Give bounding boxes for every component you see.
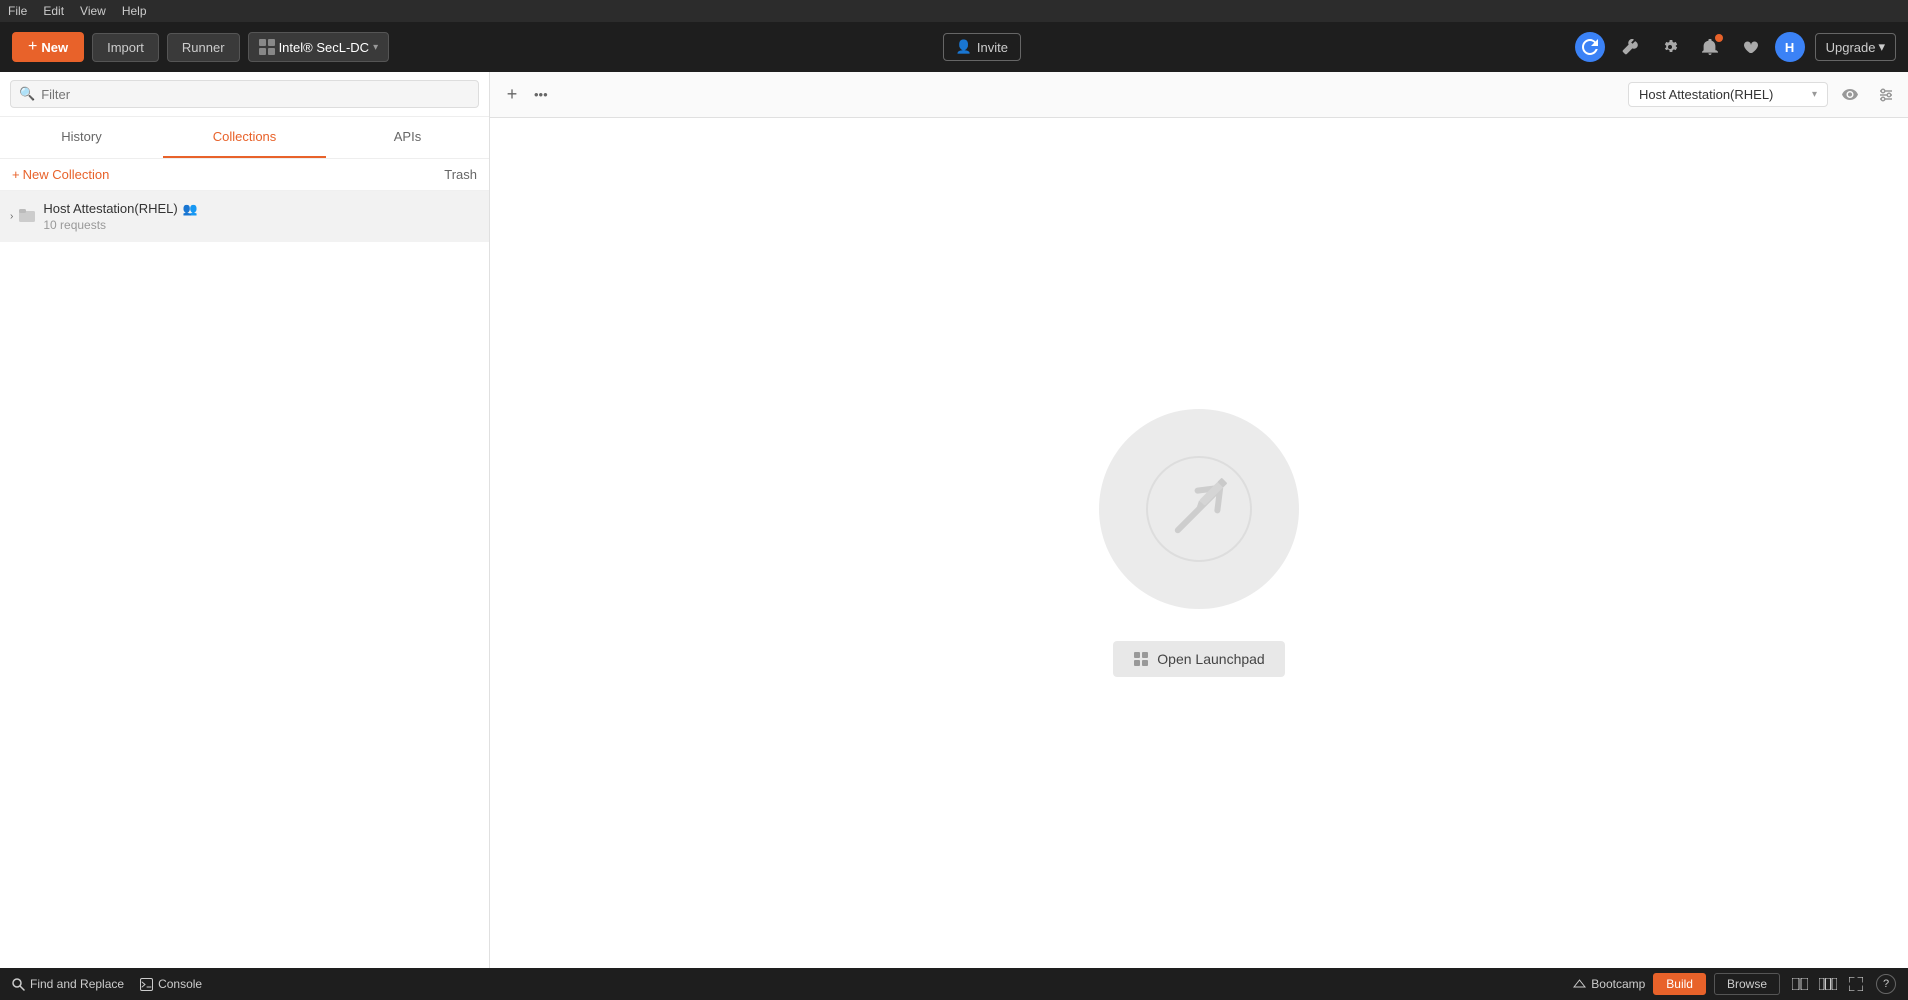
bootcamp-icon — [1573, 978, 1586, 991]
new-collection-button[interactable]: + New Collection — [12, 167, 109, 182]
wrench-icon — [1622, 39, 1638, 55]
settings-button[interactable] — [1655, 32, 1685, 62]
heart-icon — [1742, 39, 1758, 55]
open-launchpad-button[interactable]: Open Launchpad — [1113, 641, 1284, 677]
invite-button[interactable]: 👤 Invite — [943, 33, 1021, 61]
tab-collections[interactable]: Collections — [163, 117, 326, 158]
eye-icon — [1842, 89, 1858, 101]
new-button[interactable]: New — [12, 32, 84, 62]
layout-icons — [1788, 972, 1868, 996]
notification-badge — [1715, 34, 1723, 42]
user-plus-icon: 👤 — [956, 39, 972, 55]
sliders-icon — [1878, 87, 1894, 103]
trash-button[interactable]: Trash — [444, 167, 477, 182]
bell-icon — [1702, 39, 1718, 55]
collection-list: › Host Attestation(RHEL) 👥 10 requests — [0, 191, 489, 968]
browse-button[interactable]: Browse — [1714, 973, 1780, 995]
workspace-switcher-button[interactable]: Intel® SecL-DC ▾ — [248, 32, 390, 62]
toolbar: New Import Runner Intel® SecL-DC ▾ 👤 Inv… — [0, 22, 1908, 72]
env-settings-button[interactable] — [1872, 81, 1900, 109]
plus-icon: + — [12, 167, 20, 182]
bottom-bar: Find and Replace Console Bootcamp Build … — [0, 968, 1908, 1000]
menu-help[interactable]: Help — [122, 4, 147, 18]
two-panel-icon — [1792, 978, 1808, 990]
bottom-right: Bootcamp Build Browse — [1573, 972, 1896, 996]
wrench-button[interactable] — [1615, 32, 1645, 62]
main-content: 🔍 History Collections APIs + New Collect… — [0, 72, 1908, 968]
help-button[interactable]: ? — [1876, 974, 1896, 994]
tab-bar: + ••• Host Attestation(RHEL) ▾ — [490, 72, 1908, 118]
collection-item[interactable]: › Host Attestation(RHEL) 👥 10 requests — [0, 191, 489, 242]
bootcamp-button[interactable]: Bootcamp — [1573, 977, 1645, 991]
menu-view[interactable]: View — [80, 4, 106, 18]
environment-selector[interactable]: Host Attestation(RHEL) ▾ — [1628, 82, 1828, 107]
env-preview-button[interactable] — [1836, 81, 1864, 109]
build-button[interactable]: Build — [1653, 973, 1706, 995]
filter-input[interactable] — [41, 87, 470, 102]
placeholder-illustration — [1099, 409, 1299, 609]
menu-file[interactable]: File — [8, 4, 27, 18]
team-icon: 👥 — [183, 202, 198, 216]
toolbar-right: H Upgrade ▾ — [1575, 32, 1896, 62]
expand-icon — [1849, 977, 1863, 991]
search-icon: 🔍 — [19, 86, 35, 102]
console-button[interactable]: Console — [140, 977, 202, 991]
find-replace-button[interactable]: Find and Replace — [12, 977, 124, 991]
search-icon — [12, 978, 25, 991]
heart-button[interactable] — [1735, 32, 1765, 62]
sidebar-actions: + New Collection Trash — [0, 159, 489, 191]
search-input-wrap: 🔍 — [10, 80, 479, 108]
expand-arrow-icon[interactable]: › — [10, 211, 13, 222]
notifications-button[interactable] — [1695, 32, 1725, 62]
settings-icon — [1662, 39, 1678, 55]
two-panel-layout-button[interactable] — [1788, 972, 1812, 996]
new-tab-button[interactable]: + — [498, 81, 526, 109]
console-icon — [140, 978, 153, 991]
runner-button[interactable]: Runner — [167, 33, 240, 62]
menu-bar: File Edit View Help — [0, 0, 1908, 22]
three-panel-layout-button[interactable] — [1816, 972, 1840, 996]
expand-layout-button[interactable] — [1844, 972, 1868, 996]
import-button[interactable]: Import — [92, 33, 159, 62]
search-bar: 🔍 — [0, 72, 489, 117]
tab-history[interactable]: History — [0, 117, 163, 158]
sync-icon — [1582, 39, 1598, 55]
three-panel-icon — [1819, 978, 1837, 990]
sync-button[interactable] — [1575, 32, 1605, 62]
folder-icon — [19, 208, 35, 225]
launchpad-icon — [1133, 651, 1149, 667]
menu-edit[interactable]: Edit — [43, 4, 64, 18]
collection-meta: 10 requests — [43, 218, 479, 232]
more-tabs-button[interactable]: ••• — [526, 83, 556, 106]
send-icon — [1144, 454, 1254, 564]
chevron-down-icon: ▾ — [373, 42, 378, 53]
avatar-button[interactable]: H — [1775, 32, 1805, 62]
tab-apis[interactable]: APIs — [326, 117, 489, 158]
chevron-down-icon: ▾ — [1878, 39, 1885, 55]
main-panel: + ••• Host Attestation(RHEL) ▾ — [490, 72, 1908, 968]
chevron-down-icon: ▾ — [1812, 89, 1817, 100]
collection-info: Host Attestation(RHEL) 👥 10 requests — [43, 201, 479, 232]
workspace-name: Intel® SecL-DC — [279, 40, 370, 55]
sidebar: 🔍 History Collections APIs + New Collect… — [0, 72, 490, 968]
upgrade-button[interactable]: Upgrade ▾ — [1815, 33, 1896, 61]
collection-name: Host Attestation(RHEL) 👥 — [43, 201, 479, 216]
bottom-left: Find and Replace Console — [12, 977, 202, 991]
sidebar-tabs: History Collections APIs — [0, 117, 489, 159]
env-selector-wrap: Host Attestation(RHEL) ▾ — [1628, 81, 1900, 109]
workspace-grid-icon — [259, 39, 275, 55]
toolbar-center: 👤 Invite — [397, 33, 1567, 61]
center-content: Open Launchpad — [490, 118, 1908, 968]
